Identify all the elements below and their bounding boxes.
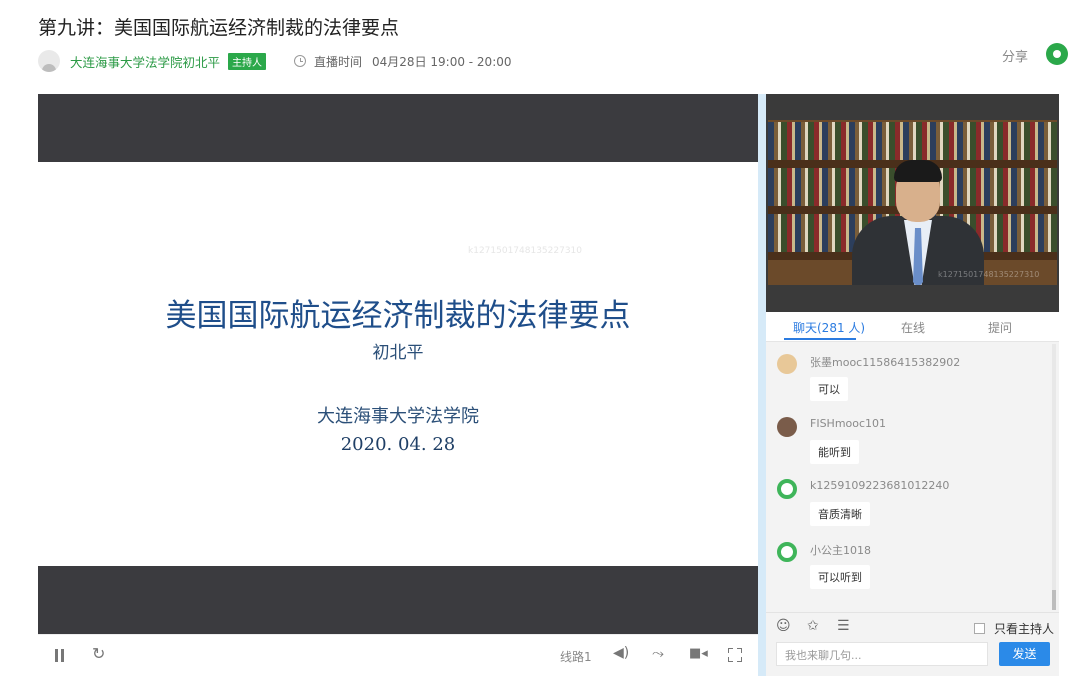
chat-scroll-thumb[interactable] — [1052, 590, 1056, 610]
active-tab-indicator — [784, 338, 856, 340]
chat-tabs: 聊天(281 人) 在线 提问 — [766, 312, 1059, 342]
chat-message: FISHmooc101 能听到 — [766, 413, 1046, 473]
page-title: 第九讲：美国国际航运经济制裁的法律要点 — [38, 17, 400, 39]
slide-org: 大连海事大学法学院 — [317, 406, 479, 427]
volume-icon[interactable]: ◀) — [613, 645, 629, 661]
tab-online[interactable]: 在线 — [901, 319, 925, 336]
chat-username: k1259109223681012240 — [810, 479, 950, 492]
chat-text: 可以听到 — [810, 565, 870, 589]
course-meta: 大连海事大学法学院初北平 主持人 直播时间 04月28日 19:00 - 20:… — [38, 49, 512, 73]
chat-text: 音质清晰 — [810, 502, 870, 526]
chat-messages: 张墨mooc11586415382902 可以 FISHmooc101 能听到 … — [766, 342, 1059, 610]
pause-icon[interactable] — [54, 649, 66, 662]
star-icon[interactable]: ✩ — [807, 618, 819, 634]
user-avatar-icon — [777, 417, 797, 437]
slide-date: 2020. 04. 28 — [340, 434, 456, 455]
clock-icon — [294, 55, 307, 67]
host-only-checkbox[interactable] — [974, 623, 985, 634]
chat-username: 小公主1018 — [810, 544, 871, 557]
chat-username: FISHmooc101 — [810, 417, 887, 430]
chat-message: 张墨mooc11586415382902 可以 — [766, 350, 1046, 410]
tab-questions[interactable]: 提问 — [988, 319, 1012, 336]
host-only-label: 只看主持人 — [994, 622, 1055, 636]
chat-scrollbar[interactable] — [1052, 344, 1056, 610]
camera-icon[interactable]: ■◂ — [689, 646, 708, 661]
letterbox-bottom — [38, 566, 758, 634]
host-only-toggle[interactable]: 只看主持人 — [974, 620, 1054, 637]
host-name-link[interactable]: 大连海事大学法学院初北平 — [70, 52, 220, 71]
chat-text: 能听到 — [810, 440, 859, 464]
chat-username: 张墨mooc11586415382902 — [810, 356, 961, 369]
user-avatar-icon — [38, 50, 60, 72]
live-time-label: 直播时间 — [314, 54, 363, 69]
host-badge: 主持人 — [228, 52, 267, 70]
chat-message: 小公主1018 可以听到 — [766, 538, 1046, 598]
fullscreen-icon[interactable] — [728, 648, 742, 662]
slide-author: 初北平 — [372, 343, 424, 363]
slide-title: 美国国际航运经济制裁的法律要点 — [165, 298, 631, 334]
danmaku-icon[interactable]: ⤳ — [652, 644, 664, 662]
chat-text: 可以 — [810, 377, 848, 401]
slide-watermark: k1271501748135227310 — [468, 246, 583, 256]
user-avatar-icon — [777, 542, 797, 562]
live-time-value: 04月28日 19:00 - 20:00 — [372, 54, 512, 69]
send-button[interactable]: 发送 — [999, 642, 1050, 666]
chat-message: k1259109223681012240 音质清晰 — [766, 475, 1046, 535]
list-icon[interactable]: ☰ — [837, 618, 850, 634]
panel-divider — [758, 94, 766, 676]
camera-watermark: k1271501748135227310 — [938, 270, 1040, 279]
side-panel: k1271501748135227310 聊天(281 人) 在线 提问 张墨m… — [766, 94, 1059, 676]
tab-chat[interactable]: 聊天(281 人) — [793, 319, 865, 336]
speaker-video: k1271501748135227310 — [768, 120, 1057, 285]
emoji-icon[interactable]: ☺ — [776, 618, 791, 634]
video-player[interactable]: k1271501748135227310 美国国际航运经济制裁的法律要点 初北平… — [38, 94, 758, 677]
wechat-icon[interactable] — [1046, 43, 1068, 65]
player-controls: ↻ 线路1 ◀) ⤳ ■◂ — [38, 634, 758, 677]
share-button[interactable]: 分享 — [1002, 46, 1028, 65]
refresh-icon[interactable]: ↻ — [92, 644, 105, 663]
slide-area: k1271501748135227310 美国国际航运经济制裁的法律要点 初北平… — [38, 162, 758, 566]
chat-input[interactable]: 我也来聊几句... — [776, 642, 988, 666]
camera-feed: k1271501748135227310 — [766, 94, 1059, 312]
chat-toolbar: ☺ ✩ ☰ 只看主持人 — [766, 612, 1059, 641]
line-select[interactable]: 线路1 — [560, 648, 592, 665]
user-avatar-icon — [777, 354, 797, 374]
letterbox-top — [38, 94, 758, 162]
user-avatar-icon — [777, 479, 797, 499]
